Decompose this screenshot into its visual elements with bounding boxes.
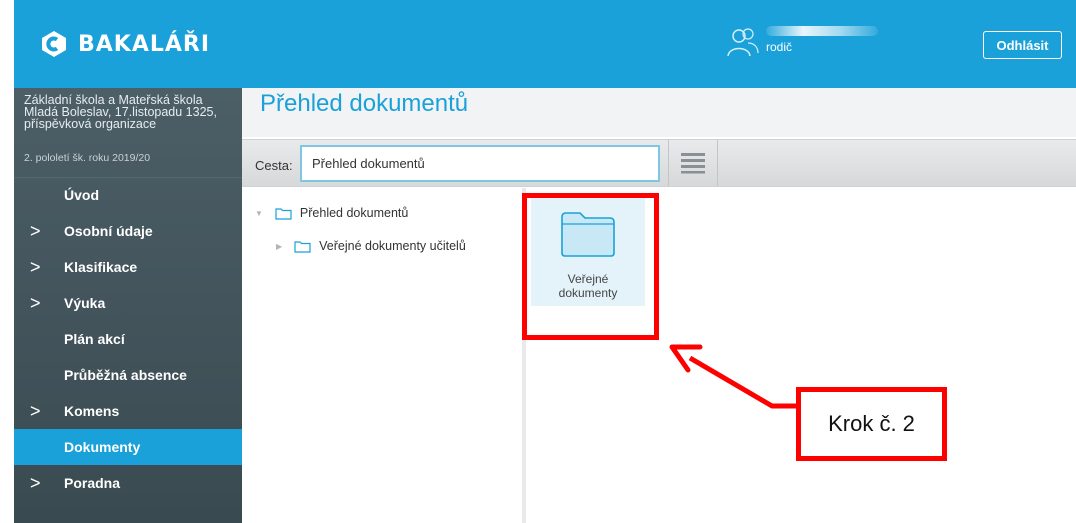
tree-item-verejne-dokumenty-ucitelu[interactable]: ▶ Veřejné dokumenty učitelů (276, 239, 466, 253)
school-name: Základní škola a Mateřská škola Mladá Bo… (24, 93, 217, 131)
sidebar-item-label: Klasifikace (64, 259, 138, 275)
chevron-right-icon: > (30, 220, 41, 241)
bakalari-logo-icon (42, 31, 66, 57)
sidebar-item-prubezna-absence[interactable]: Průběžná absence (14, 357, 242, 393)
folder-icon (294, 240, 311, 253)
sidebar-item-label: Dokumenty (64, 439, 141, 455)
sidebar-item-plan-akci[interactable]: Plán akcí (14, 321, 242, 357)
list-view-icon[interactable] (680, 152, 706, 174)
logo-text: BAKALÁŘI (78, 31, 211, 57)
chevron-right-icon: > (30, 292, 41, 313)
chevron-right-icon: > (30, 472, 41, 493)
chevron-right-icon: > (30, 256, 41, 277)
sidebar-item-label: Poradna (64, 475, 121, 491)
sidebar-item-vyuka[interactable]: > Výuka (14, 285, 242, 321)
tree-item-label: Přehled dokumentů (299, 206, 409, 220)
app-logo[interactable]: BAKALÁŘI (40, 28, 210, 60)
sidebar-item-dokumenty[interactable]: Dokumenty (14, 429, 242, 465)
sidebar: Základní škola a Mateřská škola Mladá Bo… (14, 88, 242, 523)
chevron-right-icon: > (30, 400, 41, 421)
sidebar-item-label: Výuka (64, 295, 106, 311)
sidebar-item-uvod[interactable]: Úvod (14, 177, 242, 213)
user-role: rodič (766, 40, 793, 54)
sidebar-item-poradna[interactable]: > Poradna (14, 465, 242, 501)
path-field[interactable]: Přehled dokumentů (300, 145, 660, 182)
logout-button[interactable]: Odhlásit (983, 31, 1062, 59)
path-label: Cesta: (255, 158, 293, 173)
tree-expand-icon: ▼ (255, 208, 263, 218)
users-icon (727, 28, 759, 57)
annotation-arrow-icon (669, 344, 800, 409)
annotation-note: Krok č. 2 (796, 387, 947, 461)
toolbar-divider (668, 140, 669, 186)
school-term: 2. pololetí šk. roku 2019/20 (24, 152, 151, 164)
tree-collapse-icon: ▶ (276, 241, 283, 251)
tree-item-root[interactable]: ▼ Přehled dokumentů (255, 206, 408, 220)
blurred-user-name (766, 26, 878, 36)
toolbar-divider (717, 140, 718, 186)
sidebar-item-komens[interactable]: > Komens (14, 393, 242, 429)
sidebar-item-label: Plán akcí (64, 331, 125, 347)
page-left-margin (0, 0, 14, 523)
sidebar-nav: Úvod > Osobní údaje > Klasifikace > Výuk… (14, 177, 242, 501)
annotation-highlight-box (522, 193, 659, 340)
page-title: Přehled dokumentů (260, 90, 469, 117)
folder-icon (275, 207, 292, 220)
sidebar-item-label: Průběžná absence (64, 367, 187, 383)
sidebar-item-label: Komens (64, 403, 120, 419)
sidebar-item-osobni-udaje[interactable]: > Osobní údaje (14, 213, 242, 249)
sidebar-item-klasifikace[interactable]: > Klasifikace (14, 249, 242, 285)
tree-item-label: Veřejné dokumenty učitelů (319, 239, 466, 253)
sidebar-item-label: Osobní údaje (64, 223, 153, 239)
sidebar-item-label: Úvod (64, 187, 99, 203)
